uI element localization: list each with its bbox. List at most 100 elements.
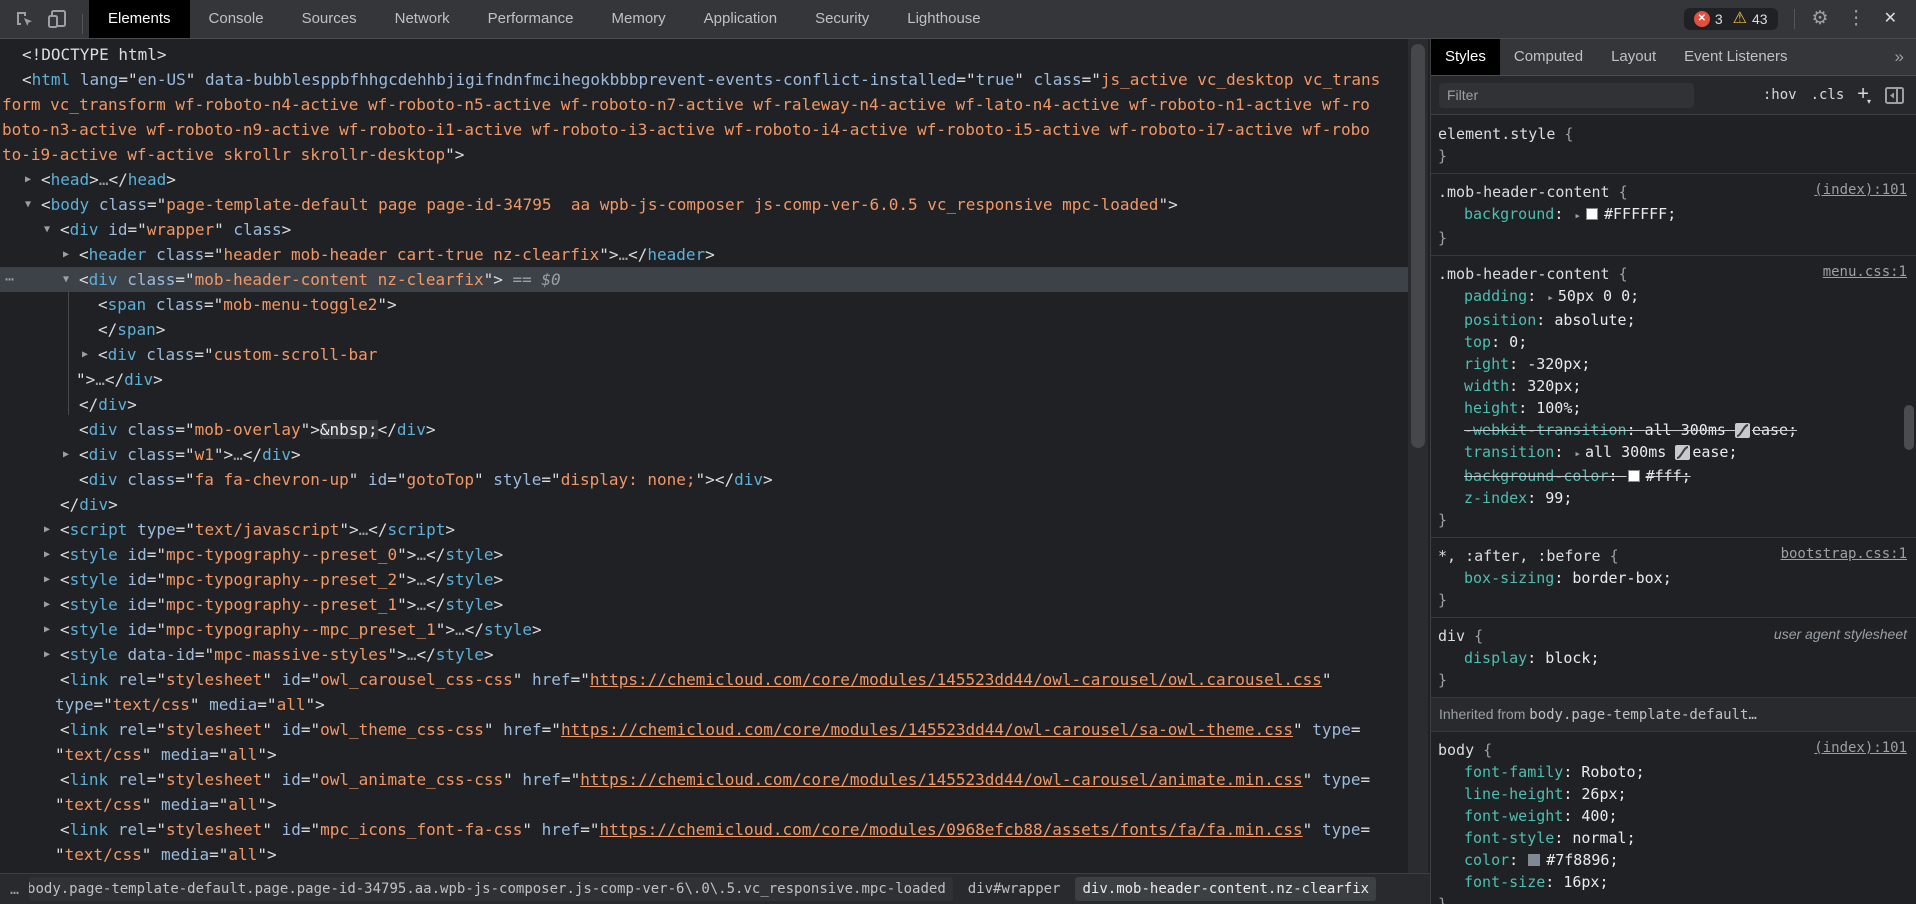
collapsed-twisty-icon[interactable]: ▶ [44, 642, 50, 667]
sidebar-tab-layout[interactable]: Layout [1597, 39, 1670, 75]
dom-tree-row[interactable]: ▶<div class="w1">…</div> [0, 442, 1408, 467]
rule-selector[interactable]: element.style { [1438, 123, 1908, 145]
sidebar-tab-event-listeners[interactable]: Event Listeners [1670, 39, 1801, 75]
tab-console[interactable]: Console [190, 0, 283, 38]
sidebar-tab-computed[interactable]: Computed [1500, 39, 1597, 75]
css-declaration[interactable]: transition: ▸all 300ms ease; [1438, 441, 1908, 465]
breadcrumb-item[interactable]: div#wrapper [961, 877, 1068, 901]
stylesheet-source-link[interactable]: bootstrap.css:1 [1781, 546, 1907, 562]
dom-tree-row[interactable]: to-i9-active wf-active skrollr skrollr-d… [0, 142, 1408, 167]
css-property-name[interactable]: right [1464, 355, 1509, 373]
css-property-name[interactable]: width [1464, 377, 1509, 395]
css-property-name[interactable]: background [1464, 205, 1554, 223]
dom-tree-row[interactable]: ▶<head>…</head> [0, 167, 1408, 192]
collapsed-twisty-icon[interactable]: ▶ [44, 592, 50, 617]
collapsed-twisty-icon[interactable]: ▶ [44, 542, 50, 567]
stylesheet-href-link[interactable]: https://chemicloud.com/core/modules/1455… [561, 720, 1293, 739]
dom-tree-row[interactable]: ▶<div class="custom-scroll-bar [0, 342, 1408, 367]
css-declaration[interactable]: line-height: 26px; [1438, 783, 1908, 805]
dom-tree-row[interactable]: "text/css" media="all"> [0, 792, 1408, 817]
dom-tree-row[interactable]: <link rel="stylesheet" id="owl_theme_css… [0, 717, 1408, 742]
dom-tree-row[interactable]: <div class="fa fa-chevron-up" id="gotoTo… [0, 467, 1408, 492]
css-property-name[interactable]: line-height [1464, 785, 1563, 803]
stylesheet-href-link[interactable]: https://chemicloud.com/core/modules/0968… [599, 820, 1302, 839]
dom-tree-row[interactable]: ▶<style id="mpc-typography--preset_1">…<… [0, 592, 1408, 617]
css-property-name[interactable]: padding [1464, 287, 1527, 305]
stylesheet-source-link[interactable]: menu.css:1 [1823, 264, 1907, 280]
css-declaration[interactable]: color: #7f8896; [1438, 849, 1908, 871]
expanded-twisty-icon[interactable]: ▼ [63, 267, 69, 292]
dom-tree-row[interactable]: form vc_transform wf-roboto-n4-active wf… [0, 92, 1408, 117]
collapsed-twisty-icon[interactable]: ▶ [63, 442, 69, 467]
collapsed-twisty-icon[interactable]: ▶ [44, 567, 50, 592]
dom-tree-row[interactable]: </div> [0, 492, 1408, 517]
tab-application[interactable]: Application [685, 0, 796, 38]
stylesheet-href-link[interactable]: https://chemicloud.com/core/modules/1455… [590, 670, 1322, 689]
tab-lighthouse[interactable]: Lighthouse [888, 0, 999, 38]
more-options-icon[interactable]: ⋮ [1838, 0, 1875, 38]
css-declaration[interactable]: -webkit-transition: all 300ms ease; [1438, 419, 1908, 441]
cubic-bezier-icon[interactable] [1675, 445, 1690, 460]
css-property-name[interactable]: font-weight [1464, 807, 1563, 825]
dom-tree-row[interactable]: <span class="mob-menu-toggle2"> [0, 292, 1408, 317]
collapsed-twisty-icon[interactable]: ▶ [44, 517, 50, 542]
new-style-rule-button[interactable]: +▾ [1857, 83, 1873, 106]
css-property-name[interactable]: background-color [1464, 467, 1609, 485]
css-property-name[interactable]: -webkit-transition [1464, 421, 1627, 439]
css-property-name[interactable]: display [1464, 649, 1527, 667]
device-toolbar-icon[interactable] [46, 7, 70, 31]
dom-tree-row[interactable]: <!DOCTYPE html> [0, 42, 1408, 67]
css-declaration[interactable]: background-color: #fff; [1438, 465, 1908, 487]
close-devtools-icon[interactable]: ✕ [1875, 0, 1906, 38]
dom-tree-row[interactable]: <link rel="stylesheet" id="owl_carousel_… [0, 667, 1408, 692]
dom-tree-row-selected[interactable]: ⋯▼<div class="mob-header-content nz-clea… [0, 267, 1408, 292]
computed-sidebar-toggle-icon[interactable] [1885, 87, 1904, 104]
css-declaration[interactable]: box-sizing: border-box; [1438, 567, 1908, 589]
dom-tree-row[interactable]: ▼<body class="page-template-default page… [0, 192, 1408, 217]
tab-sources[interactable]: Sources [283, 0, 376, 38]
issues-badge[interactable]: ✕ 3 ⚠ 43 [1684, 8, 1778, 30]
dom-tree-row[interactable]: ▶<style id="mpc-typography--preset_2">…<… [0, 567, 1408, 592]
css-declaration[interactable]: top: 0; [1438, 331, 1908, 353]
elements-scrollbar-thumb[interactable] [1411, 44, 1425, 448]
css-property-name[interactable]: box-sizing [1464, 569, 1554, 587]
tab-memory[interactable]: Memory [593, 0, 685, 38]
dom-tree-row[interactable]: ▶<header class="header mob-header cart-t… [0, 242, 1408, 267]
dom-tree-row[interactable]: boto-n3-active wf-roboto-n9-active wf-ro… [0, 117, 1408, 142]
tab-performance[interactable]: Performance [469, 0, 593, 38]
elements-scrollbar[interactable] [1408, 39, 1428, 873]
expand-shorthand-icon[interactable]: ▸ [1574, 209, 1581, 222]
toggle-class-button[interactable]: .cls [1811, 87, 1845, 103]
expanded-twisty-icon[interactable]: ▼ [44, 217, 50, 242]
css-property-name[interactable]: font-style [1464, 829, 1554, 847]
tab-network[interactable]: Network [376, 0, 469, 38]
dom-tree-row[interactable]: ">…</div> [0, 367, 1408, 392]
collapsed-twisty-icon[interactable]: ▶ [25, 167, 31, 192]
css-declaration[interactable]: font-family: Roboto; [1438, 761, 1908, 783]
dom-tree-row[interactable]: <link rel="stylesheet" id="mpc_icons_fon… [0, 817, 1408, 842]
dom-tree-row[interactable]: "text/css" media="all"> [0, 842, 1408, 867]
collapsed-twisty-icon[interactable]: ▶ [63, 242, 69, 267]
dom-tree-row[interactable]: type="text/css" media="all"> [0, 692, 1408, 717]
css-property-name[interactable]: top [1464, 333, 1491, 351]
css-declaration[interactable]: padding: ▸50px 0 0; [1438, 285, 1908, 309]
css-declaration[interactable]: position: absolute; [1438, 309, 1908, 331]
dom-tree-row[interactable]: "text/css" media="all"> [0, 742, 1408, 767]
dom-tree-row[interactable]: <div class="mob-overlay">&nbsp;</div> [0, 417, 1408, 442]
inspect-element-icon[interactable] [12, 7, 36, 31]
styles-scrollbar-thumb[interactable] [1904, 405, 1914, 450]
css-property-name[interactable]: transition [1464, 443, 1554, 461]
css-declaration[interactable]: background: ▸#FFFFFF; [1438, 203, 1908, 227]
breadcrumb-overflow-icon[interactable]: … [0, 880, 29, 898]
sidebar-tab-styles[interactable]: Styles [1431, 39, 1500, 75]
css-property-name[interactable]: font-size [1464, 873, 1545, 891]
dom-tree-row[interactable]: </span> [0, 317, 1408, 342]
styles-filter-input[interactable]: Filter [1439, 83, 1694, 108]
css-declaration[interactable]: right: -320px; [1438, 353, 1908, 375]
more-tabs-chevron-icon[interactable]: » [1883, 39, 1916, 75]
expand-shorthand-icon[interactable]: ▸ [1574, 447, 1581, 460]
dom-tree-row[interactable]: ▶<style id="mpc-typography--preset_0">…<… [0, 542, 1408, 567]
css-property-name[interactable]: position [1464, 311, 1536, 329]
toggle-hover-state-button[interactable]: :hov [1763, 87, 1797, 103]
dom-tree-row[interactable]: </div> [0, 392, 1408, 417]
